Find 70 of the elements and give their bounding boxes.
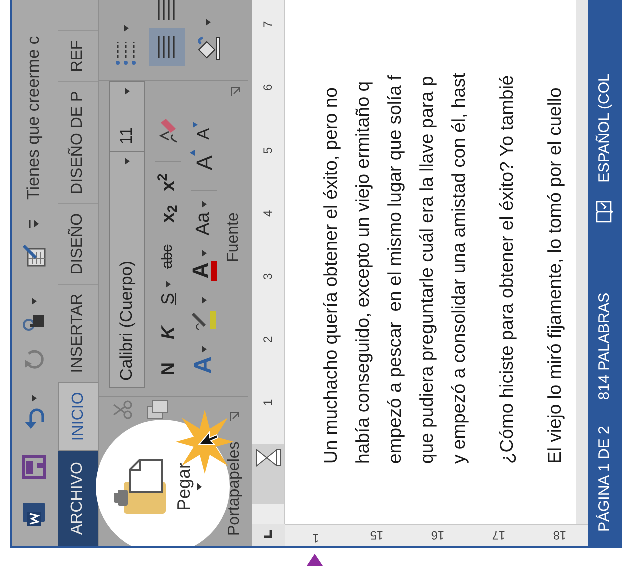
- undo-icon[interactable]: [23, 408, 45, 430]
- ruler-number: 16: [431, 527, 445, 544]
- ruler-number: 3: [260, 273, 276, 280]
- app-logo-icon[interactable]: [22, 502, 46, 527]
- paragraph-line: había conseguido, excepto un viejo ermitaño q: [351, 80, 374, 464]
- ruler-number: 6: [260, 84, 276, 91]
- group-label: Portapapeles: [225, 442, 244, 536]
- justify-icon: [157, 36, 177, 58]
- ruler-number: 18: [553, 527, 567, 544]
- caret-icon[interactable]: [202, 250, 206, 257]
- window-title: Tienes que creerme c: [23, 36, 44, 200]
- save-icon[interactable]: [22, 455, 46, 480]
- page-count[interactable]: PÁGINA 1 DE 2: [596, 426, 614, 532]
- mouse-cursor-icon: [198, 430, 220, 446]
- ruler-number: 15: [370, 527, 384, 544]
- caret-icon[interactable]: [32, 298, 36, 305]
- paragraph-line: que pudiera preguntarle cuál era la llave para p: [415, 75, 438, 464]
- ruler-number: 2: [260, 336, 276, 343]
- eraser-icon[interactable]: [157, 118, 179, 143]
- shading-icon[interactable]: [195, 36, 221, 62]
- tab-stop-icon[interactable]: [264, 530, 273, 540]
- paste-button[interactable]: Pegar: [174, 462, 194, 512]
- caret-icon[interactable]: [166, 281, 170, 288]
- grow-font-button[interactable]: A: [188, 150, 220, 170]
- group-label: Fuente: [224, 212, 243, 262]
- dialog-launcher-icon[interactable]: [230, 412, 240, 422]
- change-case-button[interactable]: Aa: [190, 212, 218, 236]
- paragraph-line: Un muchacho quería obtener el éxito, pero no: [319, 86, 342, 464]
- language-indicator[interactable]: ESPAÑOL (COL: [596, 74, 614, 183]
- strikethrough-button[interactable]: abc: [156, 244, 180, 269]
- file-tab[interactable]: ARCHIVO: [58, 451, 98, 546]
- shrink-font-button[interactable]: A: [191, 122, 217, 140]
- ribbon-tab[interactable]: INICIO: [58, 382, 98, 452]
- customize-menu-icon[interactable]: [29, 220, 39, 228]
- caret-icon[interactable]: [124, 88, 130, 95]
- word-count[interactable]: 814 PALABRAS: [596, 292, 614, 400]
- caret-icon[interactable]: [197, 483, 202, 491]
- ruler-number: 7: [260, 21, 276, 28]
- ruler-number: 4: [260, 210, 276, 217]
- paragraph-line: El viejo lo miró fijamente, lo tomó por el cuello: [543, 86, 566, 464]
- copy-icon[interactable]: [147, 400, 169, 420]
- triangle-marker-icon: [307, 554, 323, 566]
- ruler-number: 1: [312, 530, 320, 548]
- paragraph-line: empezó a pescar en el mismo lugar que solía f: [383, 74, 406, 464]
- ruler-number: 17: [492, 527, 506, 544]
- font-name-field[interactable]: Calibri (Cuerpo): [109, 150, 145, 388]
- paste-icon[interactable]: [112, 458, 168, 516]
- italic-button[interactable]: K: [154, 324, 182, 342]
- caret-icon[interactable]: [202, 346, 206, 353]
- paragraph-line: ¿Cómo hiciste para obtener el éxito? Yo tambié: [495, 74, 518, 464]
- underline-button[interactable]: S: [154, 290, 182, 308]
- bold-button[interactable]: N: [154, 360, 182, 378]
- caret-icon[interactable]: [202, 201, 206, 208]
- font-color-button[interactable]: A: [191, 260, 217, 281]
- justify-button[interactable]: [149, 28, 185, 66]
- caret-icon[interactable]: [124, 158, 130, 165]
- caret-icon[interactable]: [202, 296, 206, 304]
- indent-marker-icon[interactable]: [256, 448, 282, 468]
- dialog-launcher-icon[interactable]: [231, 87, 241, 97]
- ruler-number: 1: [260, 399, 276, 406]
- bullet-list-icon[interactable]: [114, 42, 138, 66]
- caret-icon[interactable]: [32, 395, 36, 402]
- paragraph-line: y empezó a consolidar una amistad con él, hast: [447, 72, 470, 464]
- align-lines-icon[interactable]: [157, 2, 177, 20]
- caret-icon[interactable]: [206, 19, 210, 26]
- edit-document-icon[interactable]: [22, 243, 46, 268]
- font-size-field[interactable]: 11: [109, 81, 145, 151]
- proofing-book-icon[interactable]: [596, 200, 614, 223]
- ruler-number: 5: [260, 147, 276, 154]
- caret-icon[interactable]: [124, 25, 128, 32]
